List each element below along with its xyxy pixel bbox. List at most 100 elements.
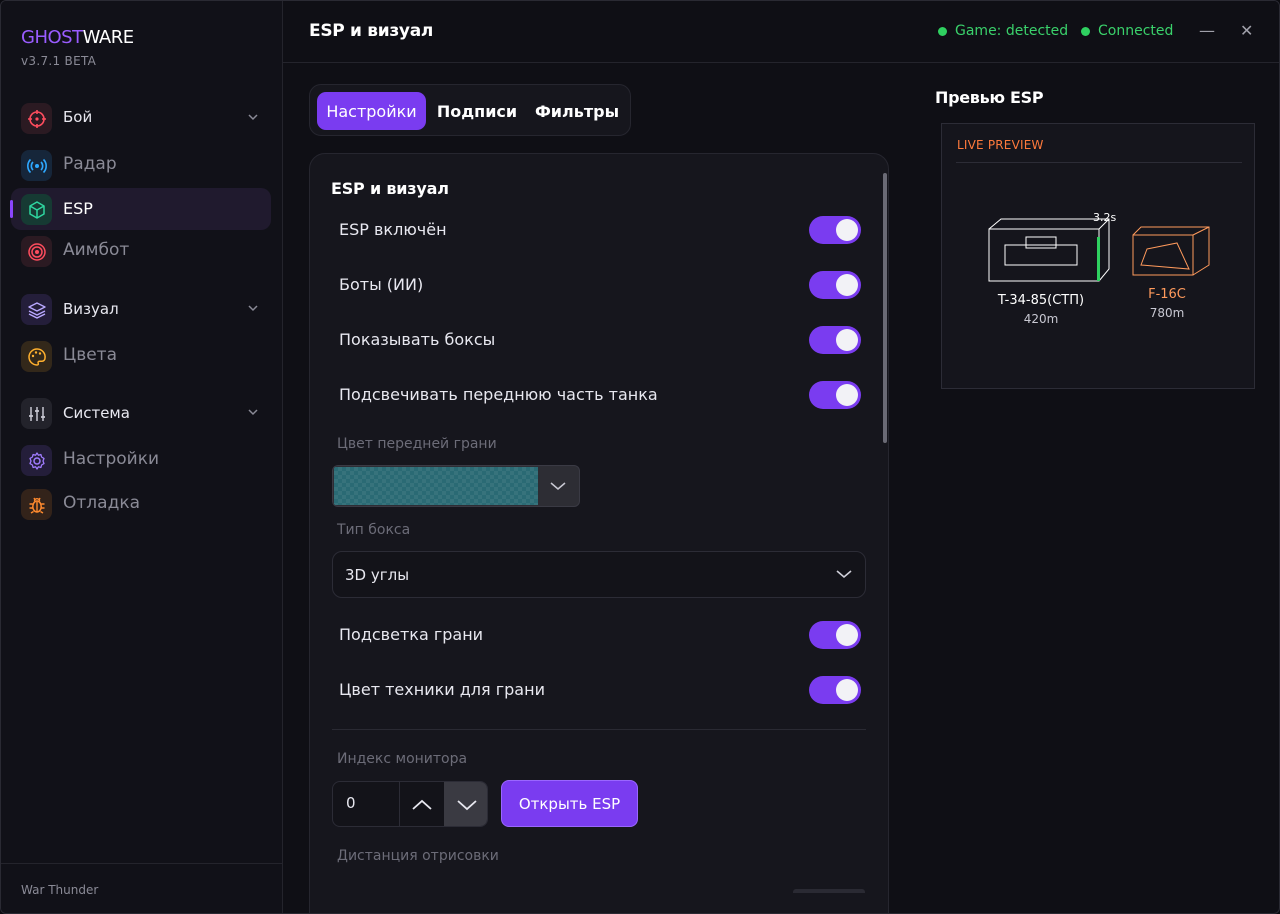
sidebar-item-label: Бой	[63, 108, 93, 126]
sidebar-item-esp[interactable]: ESP	[10, 188, 271, 230]
tank-distance: 420m	[1024, 312, 1059, 326]
highlight-front-toggle[interactable]	[809, 381, 861, 409]
plane-esp-box	[1132, 226, 1210, 276]
status-dot-icon	[938, 26, 947, 36]
section-title: ESP и визуал	[331, 179, 449, 198]
sidebar-item-aimbot[interactable]: Аимбот	[11, 230, 271, 272]
status-dot-icon	[1081, 26, 1090, 36]
sidebar-item-label: Цвета	[63, 345, 117, 365]
app-window: GHOSTWARE v3.7.1 BETA Бой Радар ESP Аимб…	[0, 0, 1280, 914]
show-boxes-toggle[interactable]	[809, 326, 861, 354]
bots-label: Боты (ИИ)	[339, 275, 424, 294]
active-marker	[10, 200, 13, 218]
tank-esp-box	[988, 218, 1110, 282]
sidebar-item-colors[interactable]: Цвета	[11, 335, 271, 377]
game-status-text: Game: detected	[955, 23, 1069, 39]
edge-highlight-toggle[interactable]	[809, 621, 861, 649]
chevron-down-icon[interactable]	[247, 406, 259, 418]
chevron-down-icon[interactable]	[247, 111, 259, 123]
gear-icon	[21, 445, 52, 476]
box-type-label: Тип бокса	[337, 522, 411, 538]
sidebar-divider	[1, 863, 283, 864]
sidebar-item-visual[interactable]: Визуал	[11, 288, 271, 330]
preview-title: Превью ESP	[935, 88, 1044, 107]
tab-settings[interactable]: Настройки	[317, 92, 426, 130]
toggle-knob	[836, 624, 858, 646]
draw-distance-label: Дистанция отрисовки	[337, 848, 499, 864]
cube-icon	[21, 194, 52, 225]
sidebar: GHOSTWARE v3.7.1 BETA Бой Радар ESP Аимб…	[1, 1, 283, 913]
close-button[interactable]: ✕	[1240, 21, 1253, 40]
sidebar-item-settings[interactable]: Настройки	[11, 439, 271, 481]
increment-button[interactable]	[399, 782, 444, 826]
toggle-knob	[836, 219, 858, 241]
chevron-down-icon	[836, 570, 852, 579]
layers-icon	[21, 294, 52, 325]
tank-name: T-34-85(СТП)	[997, 293, 1084, 308]
tank-health-bar	[1097, 237, 1100, 281]
sidebar-item-label: ESP	[63, 199, 93, 218]
tab-filters[interactable]: Фильтры	[530, 92, 624, 130]
preview-canvas: 3.2s T-34-85(СТП) 420m F-16C 780m	[988, 211, 1210, 326]
esp-enabled-toggle[interactable]	[809, 216, 861, 244]
chevron-up-icon	[412, 799, 432, 810]
monitor-index-value[interactable]: 0	[346, 794, 356, 812]
sidebar-item-label: Отладка	[63, 493, 141, 513]
monitor-index-stepper[interactable]: 0	[332, 781, 488, 827]
brand-logo: GHOSTWARE	[21, 27, 134, 48]
bots-toggle[interactable]	[809, 271, 861, 299]
chevron-down-icon[interactable]	[247, 302, 259, 314]
show-boxes-label: Показывать боксы	[339, 330, 496, 349]
bug-icon	[21, 489, 52, 520]
game-status: Game: detected	[938, 23, 1068, 39]
front-color-label: Цвет передней грани	[337, 436, 497, 452]
sidebar-item-system[interactable]: Система	[11, 392, 271, 434]
minimize-button[interactable]: —	[1199, 21, 1215, 40]
toggle-knob	[836, 274, 858, 296]
monitor-index-label: Индекс монитора	[337, 751, 468, 767]
sidebar-item-combat[interactable]: Бой	[11, 97, 271, 139]
sidebar-item-label: Аимбот	[63, 240, 130, 260]
draw-distance-control[interactable]	[793, 889, 865, 893]
sliders-icon	[21, 398, 52, 429]
decrement-button[interactable]	[444, 782, 487, 826]
plane-name: F-16C	[1148, 287, 1186, 302]
highlight-front-label: Подсвечивать переднюю часть танка	[339, 385, 658, 404]
connection-status-text: Connected	[1098, 23, 1174, 39]
esp-enabled-label: ESP включён	[339, 220, 447, 239]
game-name: War Thunder	[21, 883, 99, 897]
sidebar-item-debug[interactable]: Отладка	[11, 483, 271, 525]
crosshair-icon	[21, 103, 52, 134]
tab-bar: Настройки Подписи Фильтры	[309, 84, 631, 136]
box-type-value: 3D углы	[345, 566, 410, 584]
color-swatch[interactable]	[334, 467, 538, 505]
vehicle-color-label: Цвет техники для грани	[339, 680, 545, 699]
edge-highlight-label: Подсветка грани	[339, 625, 484, 644]
box-type-select[interactable]: 3D углы	[332, 551, 866, 598]
panel-scrollbar[interactable]	[883, 173, 887, 443]
toggle-knob	[836, 329, 858, 351]
tab-captions[interactable]: Подписи	[434, 92, 520, 130]
palette-icon	[21, 341, 52, 372]
open-esp-button[interactable]: Открыть ESP	[501, 780, 638, 827]
section-divider	[332, 729, 866, 730]
plane-distance: 780m	[1150, 306, 1185, 320]
sidebar-item-label: Система	[63, 404, 130, 422]
sidebar-item-label: Радар	[63, 154, 117, 174]
chevron-down-icon[interactable]	[537, 466, 579, 506]
radar-icon	[21, 150, 52, 181]
sidebar-item-radar[interactable]: Радар	[11, 144, 271, 186]
app-version: v3.7.1 BETA	[21, 54, 97, 68]
chevron-down-icon	[456, 800, 477, 811]
header: ESP и визуал Game: detected Connected — …	[283, 1, 1279, 63]
tank-reload-timer: 3.2s	[1093, 211, 1116, 224]
toggle-knob	[836, 384, 858, 406]
page-title: ESP и визуал	[309, 21, 434, 41]
connection-status: Connected	[1081, 23, 1173, 39]
target-icon	[21, 236, 52, 267]
sidebar-item-label: Визуал	[63, 300, 119, 318]
sidebar-item-label: Настройки	[63, 449, 160, 469]
toggle-knob	[836, 679, 858, 701]
vehicle-color-toggle[interactable]	[809, 676, 861, 704]
front-color-picker[interactable]	[332, 465, 580, 507]
